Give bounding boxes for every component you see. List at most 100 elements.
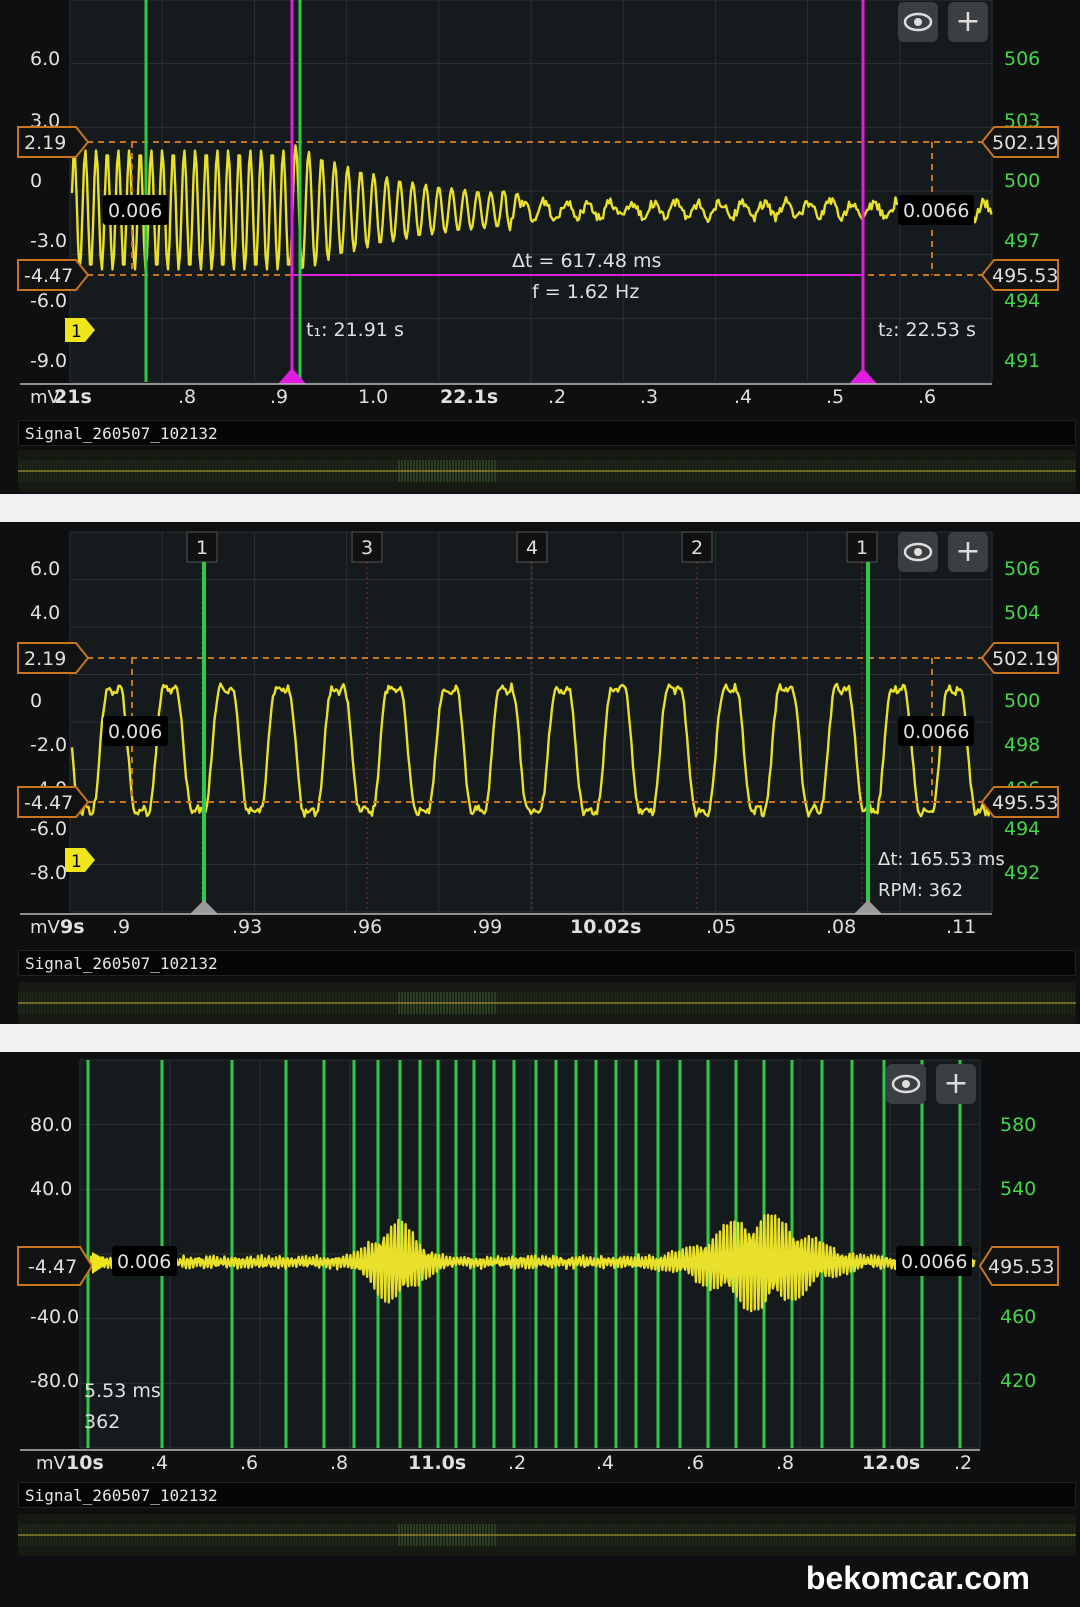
left-marker-value: -4.47 bbox=[24, 265, 73, 287]
x-axis-tick: 10.02s bbox=[570, 916, 641, 938]
right-axis-tick: 494 bbox=[1004, 290, 1040, 312]
right-axis-tick: 500 bbox=[1004, 170, 1040, 192]
readout-right: 0.0066 bbox=[903, 200, 969, 222]
overview-scrollbar[interactable] bbox=[18, 1514, 1076, 1556]
left-axis-tick: 4.0 bbox=[30, 602, 60, 624]
unit-label: mV bbox=[36, 1453, 67, 1474]
overview-scrollbar[interactable] bbox=[18, 982, 1076, 1024]
readout-left: 0.006 bbox=[108, 721, 162, 743]
x-axis-tick: .6 bbox=[240, 1452, 258, 1474]
left-marker-value: 2.19 bbox=[24, 132, 66, 154]
scope-plot-3[interactable]: 80.0 40.0 -40.0 -80.0 580 540 460 420 -4.47 495.5… bbox=[0, 1052, 1080, 1482]
right-axis-tick: 506 bbox=[1004, 48, 1040, 70]
x-axis-tick: .8 bbox=[178, 386, 196, 408]
right-axis-tick: 497 bbox=[1004, 230, 1040, 252]
x-axis-tick: .96 bbox=[352, 916, 382, 938]
scope-plot-2[interactable]: 6.04.00-2.0-4.0-6.0-8.050650450049849649… bbox=[0, 522, 1080, 950]
right-axis-tick: 580 bbox=[1000, 1114, 1036, 1136]
watermark-text: bekomcar.com bbox=[805, 1560, 1030, 1596]
right-axis-tick: 494 bbox=[1004, 818, 1040, 840]
cylinder-tag-label: 3 bbox=[361, 537, 373, 559]
frequency-label: f = 1.62 Hz bbox=[532, 281, 639, 303]
partial-delta-label: 5.53 ms bbox=[84, 1380, 161, 1402]
partial-rpm-label: 362 bbox=[84, 1411, 120, 1433]
right-marker-value: 495.53 bbox=[988, 1256, 1054, 1278]
x-axis-tick: .8 bbox=[330, 1452, 348, 1474]
right-axis-tick: 500 bbox=[1004, 690, 1040, 712]
eye-icon[interactable] bbox=[898, 532, 938, 572]
x-axis-tick: 12.0s bbox=[862, 1452, 920, 1474]
readout-left: 0.006 bbox=[117, 1251, 171, 1273]
right-axis-tick: 498 bbox=[1004, 734, 1040, 756]
cylinder-tag-label: 2 bbox=[691, 537, 703, 559]
scope-panel-3: 80.0 40.0 -40.0 -80.0 580 540 460 420 -4.47 495.5… bbox=[0, 1052, 1080, 1607]
x-axis-tick: 1.0 bbox=[358, 386, 388, 408]
channel-tag-label: 1 bbox=[71, 322, 82, 342]
right-axis-tick: 506 bbox=[1004, 558, 1040, 580]
right-axis-tick: 460 bbox=[1000, 1306, 1036, 1328]
left-axis-tick: -80.0 bbox=[30, 1370, 79, 1392]
eye-icon[interactable] bbox=[886, 1064, 926, 1104]
cylinder-tag-label: 1 bbox=[856, 537, 868, 559]
right-marker-value: 495.53 bbox=[992, 792, 1058, 814]
right-marker-value: 502.19 bbox=[992, 648, 1058, 670]
x-axis-tick: .4 bbox=[150, 1452, 168, 1474]
readout-right: 0.0066 bbox=[901, 1251, 967, 1273]
left-axis-tick: 0 bbox=[30, 690, 42, 712]
scope-plot-1[interactable]: 6.03.00-3.0-6.0-9.05065035004974944912.1… bbox=[0, 0, 1080, 420]
right-axis-tick: 491 bbox=[1004, 350, 1040, 372]
left-axis-tick: -6.0 bbox=[30, 290, 67, 312]
x-axis-tick: 9s bbox=[60, 916, 85, 938]
readout-right: 0.0066 bbox=[903, 721, 969, 743]
cylinder-tag-label: 1 bbox=[196, 537, 208, 559]
signal-name-label: Signal_260507_102132 bbox=[18, 420, 1076, 446]
x-axis-tick: .99 bbox=[472, 916, 502, 938]
cylinder-tag-label: 4 bbox=[526, 537, 538, 559]
right-axis-tick: 540 bbox=[1000, 1178, 1036, 1200]
x-axis-tick: .4 bbox=[596, 1452, 614, 1474]
x-axis-tick: .93 bbox=[232, 916, 262, 938]
left-axis-tick: 6.0 bbox=[30, 558, 60, 580]
cursor-t1-label: t₁: 21.91 s bbox=[306, 319, 404, 341]
right-axis-tick: 420 bbox=[1000, 1370, 1036, 1392]
signal-name-label: Signal_260507_102132 bbox=[18, 1482, 1076, 1508]
left-axis-tick: -2.0 bbox=[30, 734, 67, 756]
plus-icon[interactable]: + bbox=[936, 1064, 976, 1104]
left-axis-tick: 40.0 bbox=[30, 1178, 72, 1200]
x-axis-tick: .3 bbox=[640, 386, 658, 408]
x-axis-tick: .2 bbox=[508, 1452, 526, 1474]
unit-label: mV bbox=[30, 917, 61, 938]
left-axis-tick: -9.0 bbox=[30, 350, 67, 372]
left-marker-value: 2.19 bbox=[24, 648, 66, 670]
left-axis-tick: -3.0 bbox=[30, 230, 67, 252]
left-axis-tick: 80.0 bbox=[30, 1114, 72, 1136]
left-axis-tick: -8.0 bbox=[30, 862, 67, 884]
x-axis-tick: 10s bbox=[66, 1452, 104, 1474]
left-marker-value: -4.47 bbox=[28, 1256, 77, 1278]
readout-left: 0.006 bbox=[108, 200, 162, 222]
x-axis-tick: .2 bbox=[548, 386, 566, 408]
right-axis-tick: 492 bbox=[1004, 862, 1040, 884]
overview-scrollbar[interactable] bbox=[18, 450, 1076, 492]
right-axis-tick: 504 bbox=[1004, 602, 1040, 624]
left-axis-tick: -40.0 bbox=[30, 1306, 79, 1328]
x-axis-tick: .05 bbox=[706, 916, 736, 938]
delta-t-label: Δt: 165.53 ms bbox=[878, 849, 1005, 870]
delta-t-label: Δt = 617.48 ms bbox=[512, 250, 661, 272]
x-axis-tick: .9 bbox=[112, 916, 130, 938]
x-axis-tick: .5 bbox=[826, 386, 844, 408]
right-marker-value: 495.53 bbox=[992, 265, 1058, 287]
right-marker-value: 502.19 bbox=[992, 132, 1058, 154]
scope-panel-1: 6.0 3.0 0 -3.0 -6.0 -9.0 506 503 500 497 494 491 2.1… bbox=[0, 0, 1080, 494]
plus-icon[interactable]: + bbox=[948, 2, 988, 42]
left-axis-tick: 0 bbox=[30, 170, 42, 192]
eye-icon[interactable] bbox=[898, 2, 938, 42]
scope-panel-2: 6.04.00-2.0-4.0-6.0-8.050650450049849649… bbox=[0, 522, 1080, 1024]
channel-tag-label: 1 bbox=[71, 852, 82, 872]
x-axis-tick: .11 bbox=[946, 916, 976, 938]
x-axis-tick: .9 bbox=[270, 386, 288, 408]
plus-icon[interactable]: + bbox=[948, 532, 988, 572]
x-axis-tick: .4 bbox=[734, 386, 752, 408]
x-axis-tick: .08 bbox=[826, 916, 856, 938]
left-axis-tick: 6.0 bbox=[30, 48, 60, 70]
